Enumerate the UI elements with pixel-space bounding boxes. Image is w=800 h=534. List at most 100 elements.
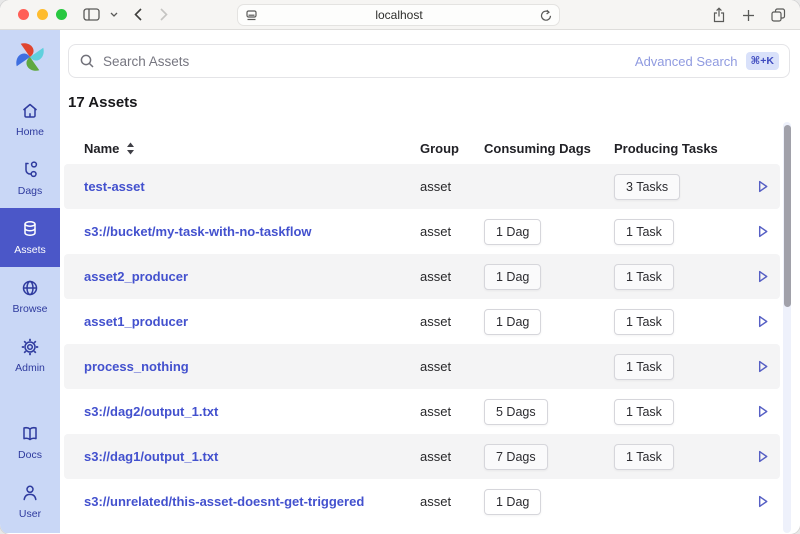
trigger-asset-button[interactable] <box>751 490 774 513</box>
reload-icon[interactable] <box>540 9 552 22</box>
assets-table: Name Group Consuming Dags Producing Task… <box>64 132 780 524</box>
back-button[interactable] <box>134 8 142 21</box>
table-row: asset1_producer asset 1 Dag 1 Task <box>64 299 780 344</box>
zoom-window-button[interactable] <box>56 9 67 20</box>
asset-name-link[interactable]: asset2_producer <box>84 269 188 284</box>
search-icon <box>79 53 95 69</box>
producing-tasks-button[interactable]: 1 Task <box>614 353 674 380</box>
asset-group: asset <box>420 224 452 239</box>
url-text: localhost <box>375 8 423 22</box>
search-input[interactable] <box>103 53 635 69</box>
asset-name-link[interactable]: s3://dag1/output_1.txt <box>84 449 218 464</box>
browse-icon <box>20 278 40 298</box>
asset-group: asset <box>420 269 452 284</box>
sidebar-item-dags[interactable]: Dags <box>0 149 60 208</box>
play-icon <box>755 314 770 329</box>
new-tab-icon[interactable] <box>742 9 755 22</box>
sidebar-item-user[interactable]: User <box>0 472 60 531</box>
consuming-dags-button[interactable]: 1 Dag <box>484 263 542 290</box>
producing-tasks-button[interactable]: 3 Tasks <box>614 173 681 200</box>
table-header-row: Name Group Consuming Dags Producing Task… <box>64 132 780 164</box>
consuming-dags-button[interactable]: 5 Dags <box>484 398 548 425</box>
play-icon <box>755 404 770 419</box>
asset-name-link[interactable]: process_nothing <box>84 359 189 374</box>
table-row: s3://unrelated/this-asset-doesnt-get-tri… <box>64 479 780 524</box>
chevron-down-icon[interactable] <box>110 12 118 17</box>
assets-icon <box>20 219 40 239</box>
asset-name-link[interactable]: s3://bucket/my-task-with-no-taskflow <box>84 224 312 239</box>
share-icon[interactable] <box>712 7 726 23</box>
play-icon <box>755 269 770 284</box>
play-icon <box>755 449 770 464</box>
sidebar-item-label: Assets <box>14 244 46 256</box>
producing-tasks-button[interactable]: 1 Task <box>614 218 674 245</box>
table-body: test-asset asset 3 Tasks s3://bucket/my-… <box>64 164 780 524</box>
column-header-group: Group <box>420 140 459 156</box>
producing-tasks-button[interactable]: 1 Task <box>614 398 674 425</box>
shortcut-badge: ⌘+K <box>745 52 779 70</box>
app-sidebar: Home Dags Assets Browse Admin Docs User <box>0 30 60 533</box>
trigger-asset-button[interactable] <box>751 220 774 243</box>
page-settings-icon[interactable] <box>245 9 258 22</box>
asset-name-link[interactable]: s3://dag2/output_1.txt <box>84 404 218 419</box>
consuming-dags-button[interactable]: 7 Dags <box>484 443 548 470</box>
table-row: asset2_producer asset 1 Dag 1 Task <box>64 254 780 299</box>
sidebar-item-label: User <box>18 508 42 520</box>
producing-tasks-button[interactable]: 1 Task <box>614 443 674 470</box>
assets-page: Advanced Search ⌘+K 17 Assets Name Group <box>60 30 800 533</box>
scrollbar-track[interactable] <box>783 122 791 533</box>
table-row: s3://dag2/output_1.txt asset 5 Dags 1 Ta… <box>64 389 780 434</box>
play-icon <box>755 224 770 239</box>
column-header-consuming-dags: Consuming Dags <box>484 140 591 156</box>
close-window-button[interactable] <box>18 9 29 20</box>
consuming-dags-button[interactable]: 1 Dag <box>484 218 542 245</box>
trigger-asset-button[interactable] <box>751 400 774 423</box>
table-row: test-asset asset 3 Tasks <box>64 164 780 209</box>
forward-button[interactable] <box>160 8 168 21</box>
tab-overview-icon[interactable] <box>771 8 786 22</box>
airflow-logo[interactable] <box>12 39 48 80</box>
producing-tasks-button[interactable]: 1 Task <box>614 308 674 335</box>
home-icon <box>20 101 40 121</box>
sidebar-item-label: Browse <box>12 303 48 315</box>
table-row: process_nothing asset 1 Task <box>64 344 780 389</box>
asset-name-link[interactable]: asset1_producer <box>84 314 188 329</box>
asset-name-link[interactable]: test-asset <box>84 179 145 194</box>
column-header-producing-tasks: Producing Tasks <box>614 140 718 156</box>
asset-name-link[interactable]: s3://unrelated/this-asset-doesnt-get-tri… <box>84 494 364 509</box>
sidebar-item-home[interactable]: Home <box>0 90 60 149</box>
sidebar-item-admin[interactable]: Admin <box>0 326 60 385</box>
browser-window: localhost Home Dags Assets Browse Admin … <box>0 0 800 534</box>
sidebar-item-browse[interactable]: Browse <box>0 267 60 326</box>
play-icon <box>755 359 770 374</box>
trigger-asset-button[interactable] <box>751 175 774 198</box>
column-header-name: Name <box>84 140 120 156</box>
docs-icon <box>20 424 40 444</box>
asset-search-bar: Advanced Search ⌘+K <box>68 44 790 78</box>
address-bar[interactable]: localhost <box>237 4 560 26</box>
browser-toolbar: localhost <box>0 0 800 30</box>
window-controls <box>18 9 67 20</box>
sidebar-item-assets[interactable]: Assets <box>0 208 60 267</box>
sidebar-item-label: Home <box>15 126 44 138</box>
asset-group: asset <box>420 179 452 194</box>
scrollbar-thumb[interactable] <box>783 125 791 307</box>
producing-tasks-button[interactable]: 1 Task <box>614 263 674 290</box>
asset-group: asset <box>420 404 452 419</box>
play-icon <box>755 494 770 509</box>
consuming-dags-button[interactable]: 1 Dag <box>484 488 542 515</box>
sort-icon[interactable] <box>126 142 135 155</box>
table-row: s3://dag1/output_1.txt asset 7 Dags 1 Ta… <box>64 434 780 479</box>
sidebar-item-docs[interactable]: Docs <box>0 413 60 472</box>
trigger-asset-button[interactable] <box>751 355 774 378</box>
minimize-window-button[interactable] <box>37 9 48 20</box>
asset-group: asset <box>420 494 452 509</box>
trigger-asset-button[interactable] <box>751 310 774 333</box>
advanced-search-link[interactable]: Advanced Search <box>635 54 738 69</box>
sidebar-toggle-icon[interactable] <box>83 8 100 21</box>
consuming-dags-button[interactable]: 1 Dag <box>484 308 542 335</box>
asset-group: asset <box>420 314 452 329</box>
trigger-asset-button[interactable] <box>751 265 774 288</box>
user-icon <box>20 483 40 503</box>
trigger-asset-button[interactable] <box>751 445 774 468</box>
